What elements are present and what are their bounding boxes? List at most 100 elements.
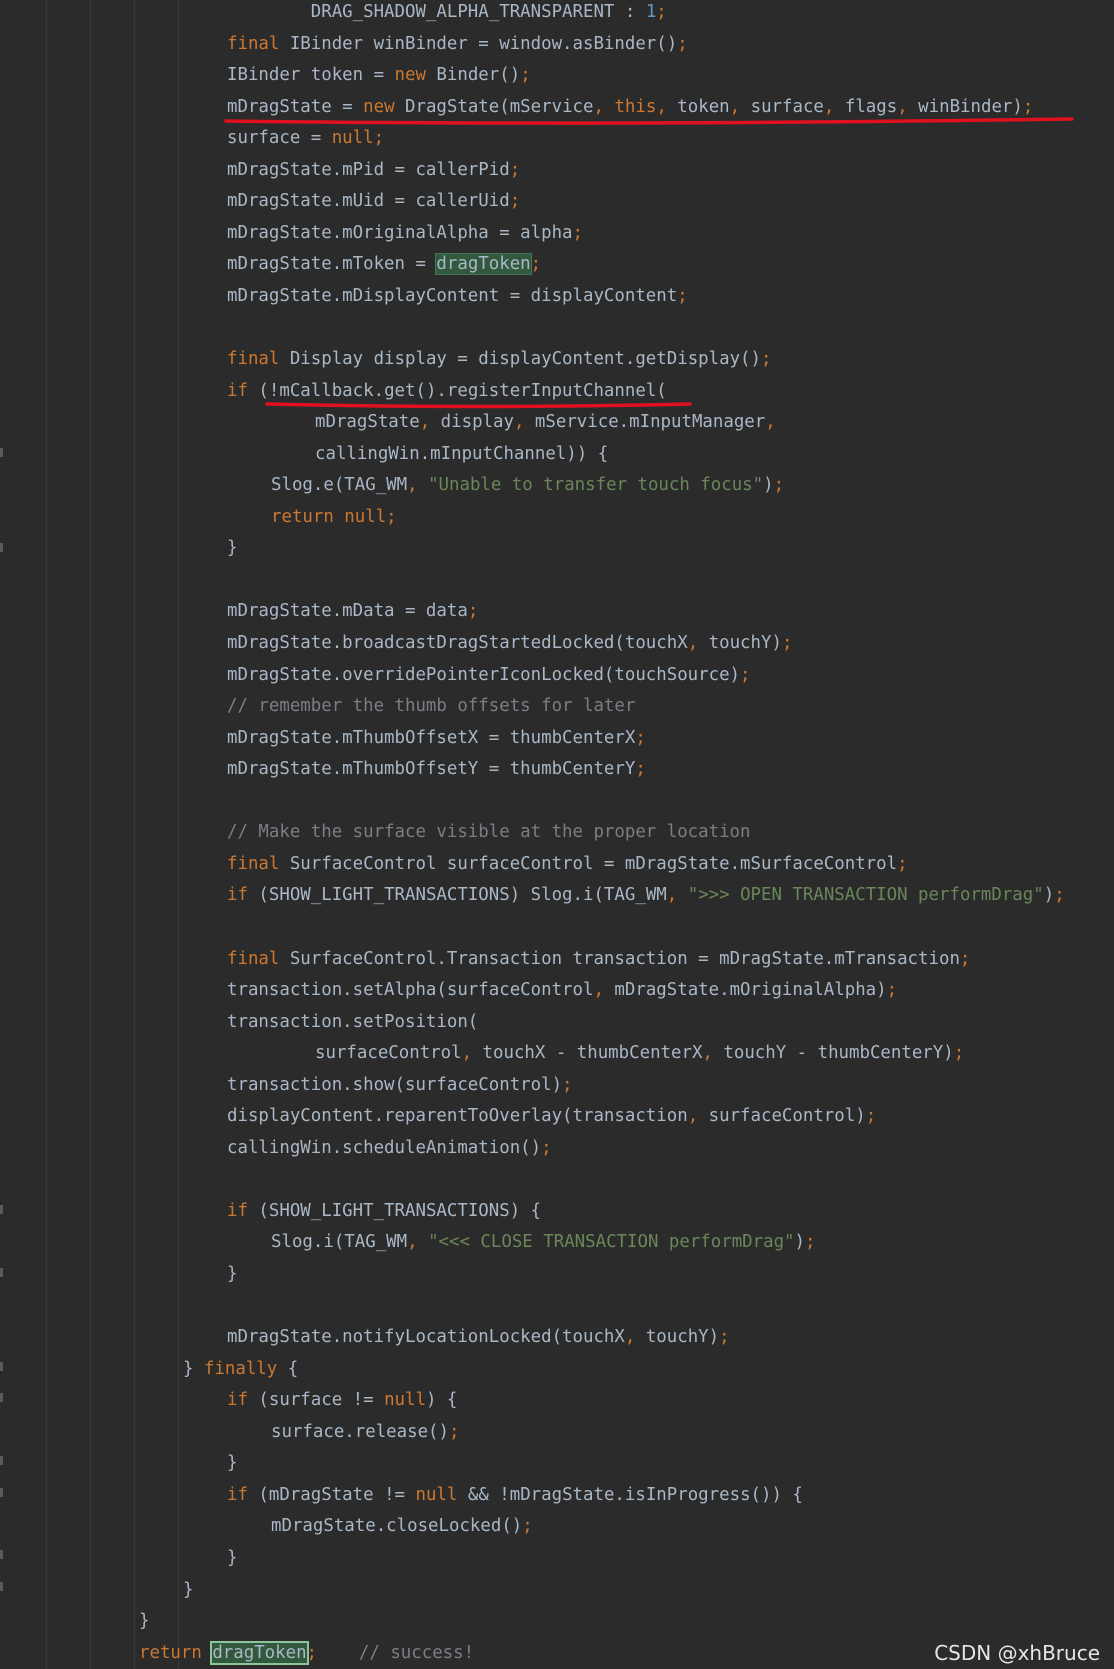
code-line[interactable]: } [227, 1259, 237, 1289]
code-line[interactable]: final IBinder winBinder = window.asBinde… [227, 29, 688, 59]
code-line[interactable]: // Make the surface visible at the prope… [227, 817, 751, 847]
code-line[interactable]: if (SHOW_LIGHT_TRANSACTIONS) Slog.i(TAG_… [227, 880, 1065, 910]
code-line[interactable]: displayContent.reparentToOverlay(transac… [227, 1101, 876, 1131]
code-token: return null [271, 506, 387, 527]
code-token: surface [750, 96, 824, 117]
code-token: surfaceControl) [708, 1106, 866, 1127]
fold-marker-icon[interactable] [0, 1582, 3, 1591]
fold-marker-icon[interactable] [0, 1393, 3, 1402]
code-line[interactable]: surfaceControl, touchX - thumbCenterX, t… [315, 1038, 964, 1068]
code-line[interactable]: // remember the thumb offsets for later [227, 691, 635, 721]
code-line[interactable]: } [227, 1448, 237, 1478]
code-line[interactable]: surface.release(); [271, 1417, 459, 1447]
code-line[interactable]: } [227, 1543, 237, 1573]
code-line[interactable]: } [183, 1575, 193, 1605]
code-token: , [687, 1106, 709, 1127]
code-line[interactable]: mDragState.mDisplayContent = displayCont… [227, 281, 688, 311]
fold-marker-icon[interactable] [0, 448, 3, 457]
code-line[interactable]: mDragState.mOriginalAlpha = alpha; [227, 218, 583, 248]
code-line[interactable]: if (!mCallback.get().registerInputChanne… [227, 376, 667, 406]
code-line[interactable]: mDragState.mThumbOffsetY = thumbCenterY; [227, 754, 646, 784]
code-token: flags [844, 96, 898, 117]
code-token: transaction.show(surfaceControl) [227, 1074, 563, 1095]
code-token: , [765, 412, 776, 433]
code-line[interactable]: mDragState = new DragState(mService, thi… [227, 92, 1033, 122]
code-token: finally [203, 1358, 278, 1379]
code-token: surface.release() [271, 1421, 449, 1442]
code-token: ; [740, 664, 751, 685]
fold-marker-icon[interactable] [0, 1268, 3, 1277]
code-line[interactable]: return null; [271, 502, 397, 532]
code-line[interactable]: callingWin.scheduleAnimation(); [227, 1133, 552, 1163]
code-token: ; [530, 254, 542, 275]
code-token: final [227, 853, 280, 874]
code-token: "<<< CLOSE TRANSACTION performDrag" [428, 1232, 795, 1253]
code-line[interactable]: mDragState, display, mService.mInputMana… [315, 407, 776, 437]
code-line[interactable]: transaction.setPosition( [227, 1007, 478, 1037]
code-line[interactable]: mDragState.mPid = callerPid; [227, 155, 520, 185]
fold-marker-icon[interactable] [0, 543, 3, 552]
code-token: && !mDragState.isInProgress()) { [457, 1484, 803, 1505]
code-line[interactable]: } [139, 1606, 149, 1636]
code-line[interactable]: Slog.e(TAG_WM, "Unable to transfer touch… [271, 470, 784, 500]
indent-guide [90, 0, 91, 1669]
code-token: mDragState.mOriginalAlpha) [614, 980, 887, 1001]
code-token: SurfaceControl.Transaction transaction =… [279, 948, 960, 969]
code-token: ; [865, 1106, 877, 1127]
code-line[interactable]: mDragState.closeLocked(); [271, 1511, 533, 1541]
code-line[interactable]: mDragState.mData = data; [227, 596, 478, 626]
code-line[interactable]: transaction.setAlpha(surfaceControl, mDr… [227, 975, 897, 1005]
code-line[interactable]: mDragState.mThumbOffsetX = thumbCenterX; [227, 723, 646, 753]
code-line[interactable]: callingWin.mInputChannel)) { [315, 439, 608, 469]
fold-marker-icon[interactable] [0, 1550, 3, 1559]
code-editor[interactable]: DRAG_SHADOW_ALPHA_TRANSPARENT : 1; final … [0, 0, 1114, 1669]
code-token: ; [541, 1137, 552, 1158]
code-token: ) [763, 475, 774, 496]
code-line[interactable]: mDragState.notifyLocationLocked(touchX, … [227, 1322, 730, 1352]
fold-marker-icon[interactable] [0, 1362, 3, 1371]
code-token: } [139, 1611, 150, 1632]
code-token: } [227, 1453, 238, 1474]
code-line[interactable]: } finally { [183, 1354, 298, 1384]
code-line[interactable]: mDragState.mToken = dragToken; [227, 249, 541, 279]
code-line[interactable]: mDragState.mUid = callerUid; [227, 186, 520, 216]
code-token: mDragState.mUid = callerUid [227, 191, 510, 212]
code-token: ; [562, 1074, 573, 1095]
code-line[interactable]: DRAG_SHADOW_ALPHA_TRANSPARENT : 1; [227, 0, 667, 27]
code-line[interactable]: mDragState.broadcastDragStartedLocked(to… [227, 628, 792, 658]
code-line[interactable]: if (mDragState != null && !mDragState.is… [227, 1480, 803, 1510]
code-line[interactable]: if (surface != null) { [227, 1385, 457, 1415]
code-token: mDragState.closeLocked() [271, 1516, 523, 1537]
code-line[interactable]: transaction.show(surfaceControl); [227, 1070, 573, 1100]
code-line[interactable]: } [227, 533, 237, 563]
code-token: ; [677, 33, 688, 54]
code-token: mDragState [315, 412, 420, 433]
code-line[interactable]: final SurfaceControl.Transaction transac… [227, 944, 970, 974]
fold-marker-icon[interactable] [0, 1205, 3, 1214]
code-token: ) [794, 1232, 806, 1253]
code-line[interactable]: final Display display = displayContent.g… [227, 344, 771, 374]
code-token: , [461, 1043, 483, 1064]
code-token: , [823, 96, 845, 117]
code-token: ; [509, 159, 521, 180]
code-line[interactable]: mDragState.overridePointerIconLocked(tou… [227, 660, 751, 690]
fold-marker-icon[interactable] [0, 1456, 3, 1465]
code-line[interactable]: Slog.i(TAG_WM, "<<< CLOSE TRANSACTION pe… [271, 1227, 816, 1257]
code-token: callingWin.scheduleAnimation() [227, 1137, 542, 1158]
code-line[interactable]: if (SHOW_LIGHT_TRANSACTIONS) { [227, 1196, 541, 1226]
code-token: ; [656, 2, 667, 22]
code-token: ; [373, 128, 385, 149]
code-token: ; [1054, 885, 1065, 906]
code-token: ; [1022, 96, 1034, 117]
code-token: ; [522, 1516, 533, 1537]
code-line[interactable]: final SurfaceControl surfaceControl = mD… [227, 849, 908, 879]
code-token: "Unable to transfer touch focus" [428, 475, 764, 496]
code-line[interactable]: IBinder token = new Binder(); [227, 60, 531, 90]
fold-marker-icon[interactable] [0, 1488, 3, 1497]
code-line[interactable]: surface = null; [227, 123, 384, 153]
code-line[interactable]: return dragToken; // success! [139, 1638, 474, 1668]
code-token: } [183, 1579, 194, 1600]
code-token: ; [635, 727, 646, 748]
code-token: (surface != [247, 1390, 385, 1411]
